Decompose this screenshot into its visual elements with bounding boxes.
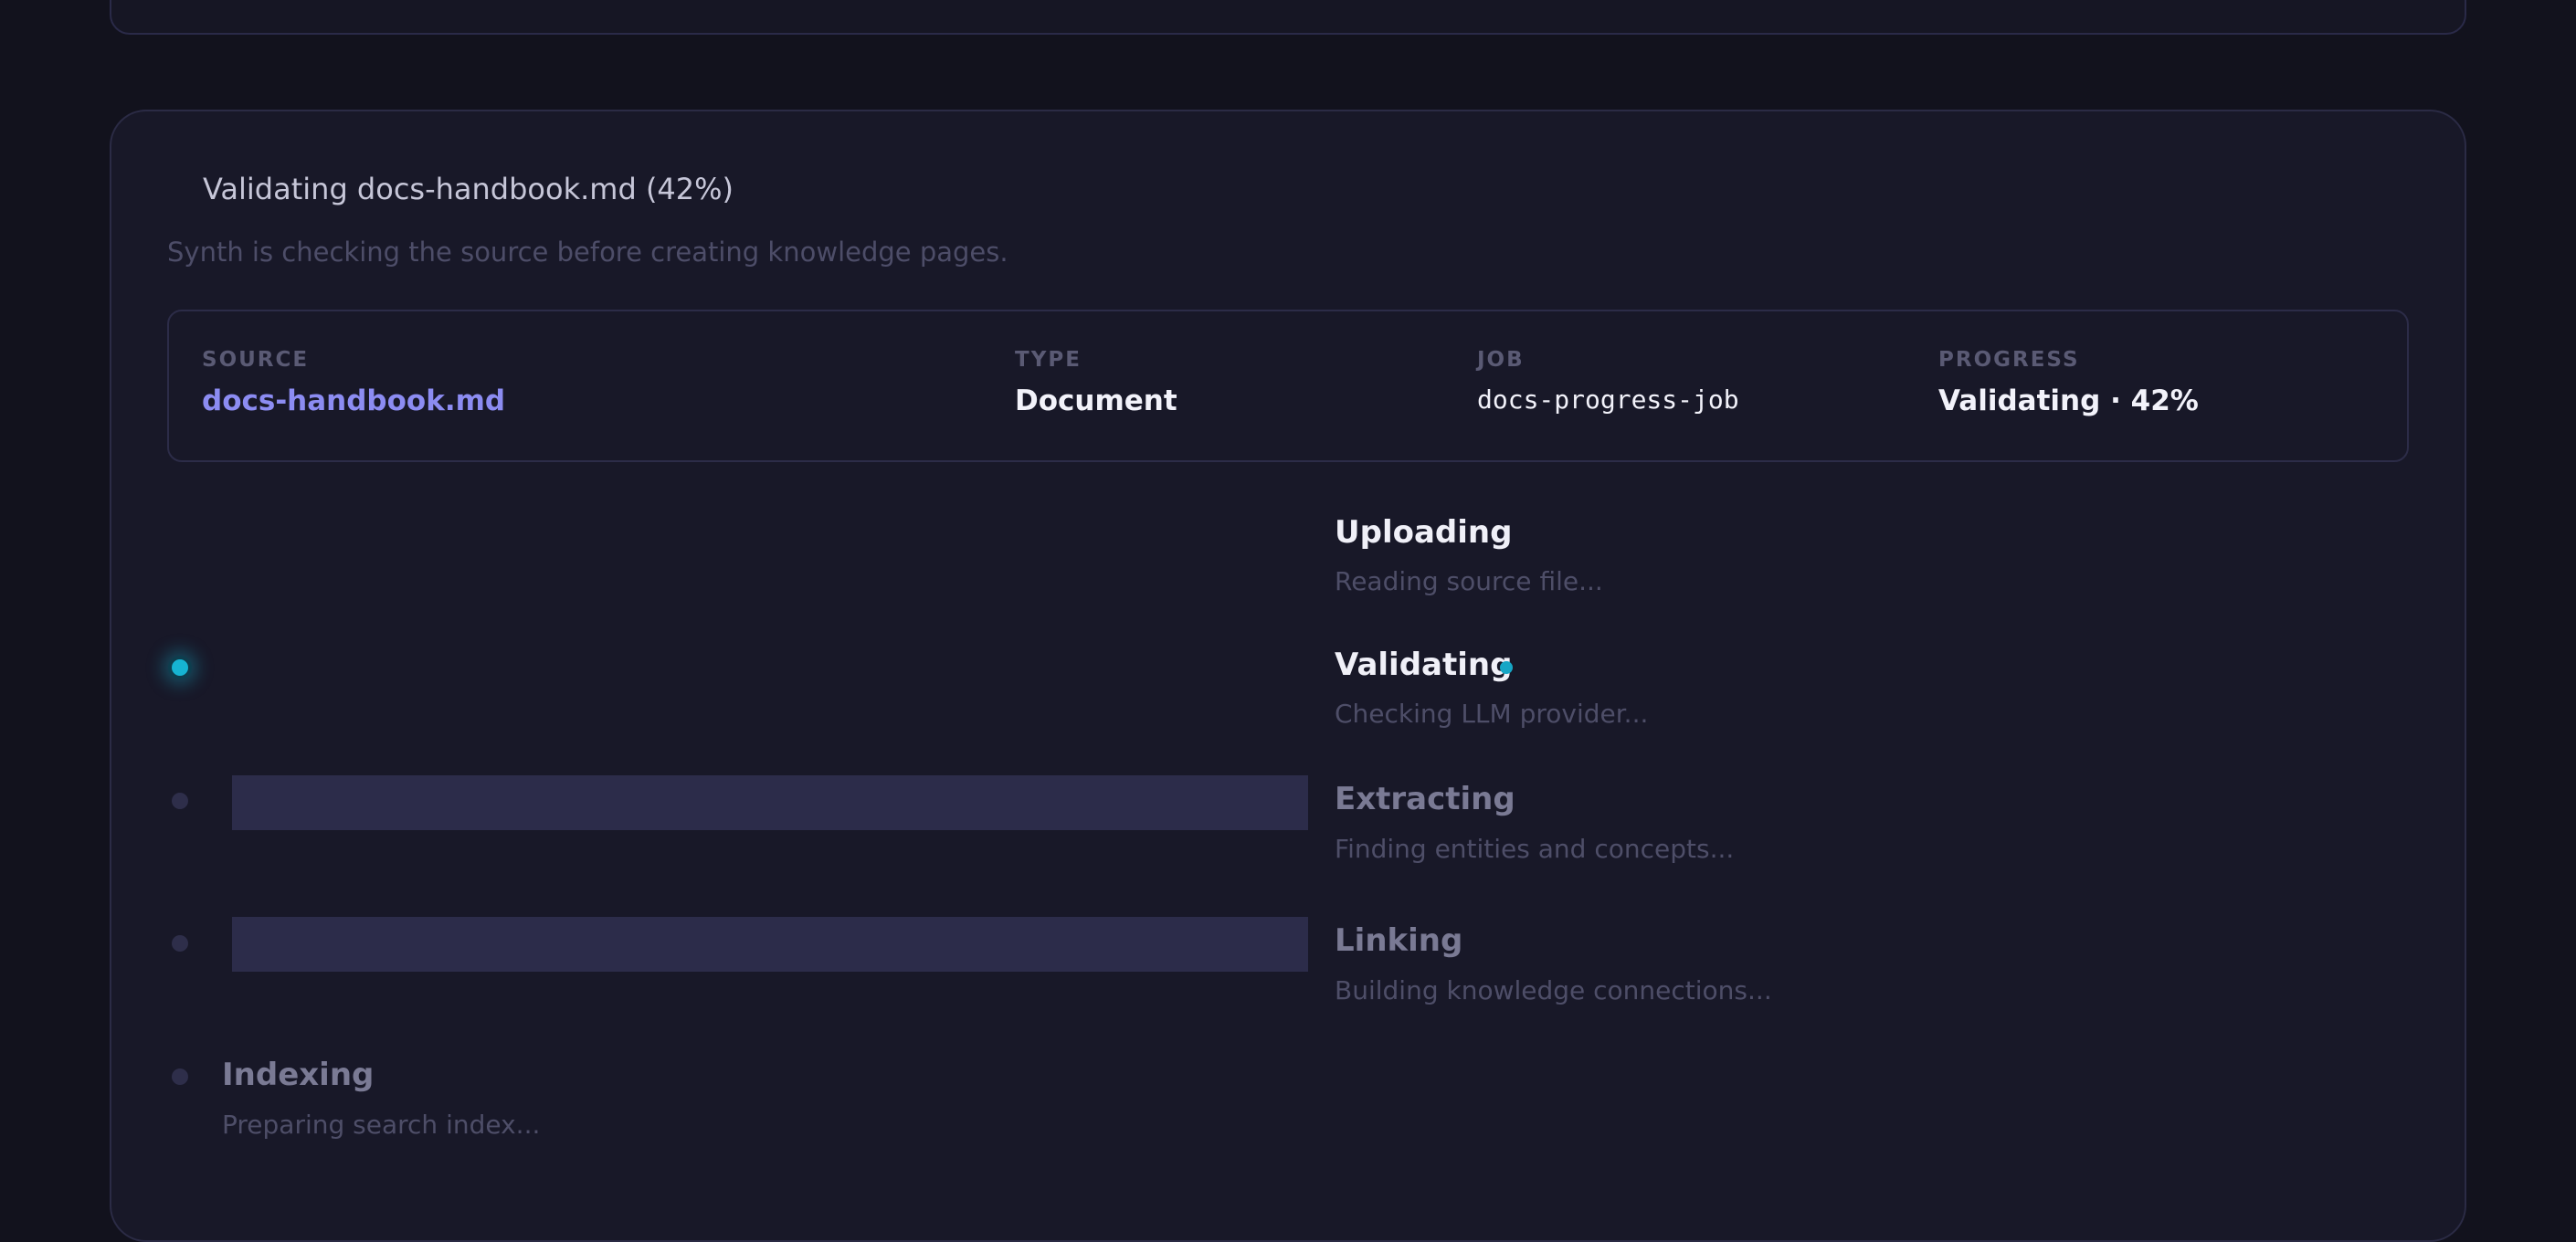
type-field: TYPE Document [1015, 348, 1177, 417]
step-uploading-title: Uploading [1335, 514, 1513, 551]
type-value: Document [1015, 384, 1177, 417]
job-progress-card [110, 110, 2466, 1242]
source-label: SOURCE [202, 348, 310, 372]
job-field: JOB docs-progress-job [1477, 348, 1739, 415]
step-linking-indicator [172, 935, 188, 952]
active-pulse-icon [1500, 661, 1513, 674]
previous-card [110, 0, 2466, 35]
step-extracting-placeholder-bar [232, 775, 1308, 830]
step-validating-indicator [168, 656, 192, 679]
step-validating-title: Validating [1335, 647, 1513, 683]
page-title: Validating docs-handbook.md (42%) [203, 172, 734, 206]
step-linking-placeholder-bar [232, 917, 1308, 972]
job-info-panel: SOURCE docs-handbook.md TYPE Document JO… [167, 310, 2409, 462]
source-field: SOURCE docs-handbook.md [202, 348, 505, 417]
step-extracting-indicator [172, 793, 188, 809]
step-indexing-title: Indexing [222, 1057, 375, 1093]
progress-value: Validating · 42% [1938, 384, 2199, 417]
progress-label: PROGRESS [1938, 348, 2080, 372]
source-link[interactable]: docs-handbook.md [202, 384, 505, 417]
step-indexing-desc: Preparing search index... [222, 1110, 541, 1140]
job-value: docs-progress-job [1477, 384, 1739, 415]
step-linking-title: Linking [1335, 922, 1463, 959]
step-validating-desc: Checking LLM provider... [1335, 699, 1649, 729]
step-linking-desc: Building knowledge connections... [1335, 975, 1772, 1005]
progress-field: PROGRESS Validating · 42% [1938, 348, 2199, 417]
step-extracting-desc: Finding entities and concepts... [1335, 834, 1735, 864]
type-label: TYPE [1015, 348, 1082, 372]
page-subtitle: Synth is checking the source before crea… [167, 237, 1008, 268]
job-label: JOB [1477, 348, 1525, 372]
step-uploading-desc: Reading source file... [1335, 566, 1603, 596]
step-indexing-indicator [172, 1068, 188, 1085]
step-extracting-title: Extracting [1335, 781, 1515, 817]
